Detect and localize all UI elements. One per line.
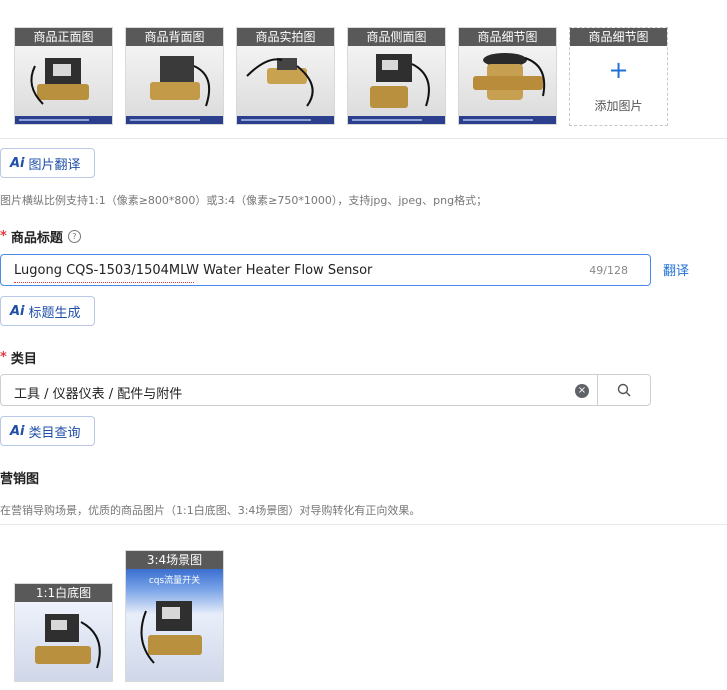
title-generate-label: 标题生成 bbox=[28, 305, 81, 321]
product-photo bbox=[126, 46, 223, 118]
image-tile-side[interactable]: 商品侧面图 bbox=[347, 27, 446, 125]
search-icon bbox=[617, 383, 631, 397]
image-tile-label: 商品背面图 bbox=[126, 28, 223, 46]
product-title-value: Lugong CQS-1503/1504MLW Water Heater Flo… bbox=[14, 263, 373, 278]
category-field-label: * 类目 bbox=[0, 348, 37, 367]
add-image-text: 添加图片 bbox=[594, 99, 643, 113]
image-format-hint: 图片横纵比例支持1:1（像素≥800*800）或3:4（像素≥750*1000）… bbox=[0, 194, 488, 207]
marketing-label: 营销图 bbox=[0, 472, 40, 487]
category-query-button[interactable]: Ai 类目查询 bbox=[0, 416, 95, 446]
photo-footer-bar bbox=[237, 116, 334, 124]
category-query-label: 类目查询 bbox=[28, 425, 81, 441]
marketing-tile-label: 3:4场景图 bbox=[126, 551, 223, 569]
product-photo bbox=[237, 46, 334, 118]
spellcheck-underline bbox=[14, 280, 194, 283]
title-generate-button[interactable]: Ai 标题生成 bbox=[0, 296, 95, 326]
product-photo bbox=[459, 46, 556, 118]
image-tile-detail[interactable]: 商品细节图 bbox=[458, 27, 557, 125]
product-title-input[interactable]: Lugong CQS-1503/1504MLW Water Heater Flo… bbox=[0, 254, 651, 286]
plus-icon: + bbox=[608, 56, 629, 84]
title-label-text: 商品标题 bbox=[10, 231, 63, 246]
ai-icon: Ai bbox=[10, 423, 25, 439]
main-image-gallery: 商品正面图 商品背面图 商品实拍图 商品侧面图 商品细节图 商品细节图 + 添加… bbox=[0, 0, 727, 139]
category-value: 工具 / 仪器仪表 / 配件与附件 bbox=[14, 387, 183, 402]
product-photo bbox=[348, 46, 445, 118]
image-tile-real[interactable]: 商品实拍图 bbox=[236, 27, 335, 125]
category-label-text: 类目 bbox=[10, 352, 37, 367]
image-tile-label: 商品细节图 bbox=[570, 28, 667, 46]
marketing-banner-text: cqs流量开关 bbox=[148, 576, 201, 586]
marketing-photo bbox=[15, 602, 112, 681]
title-field-label: * 商品标题 ? bbox=[0, 227, 81, 246]
image-tile-label: 商品细节图 bbox=[459, 28, 556, 46]
marketing-tile-white-bg[interactable]: 1:1白底图 bbox=[14, 583, 113, 682]
product-photo bbox=[15, 46, 112, 118]
photo-footer-bar bbox=[348, 116, 445, 124]
required-mark: * bbox=[0, 350, 7, 365]
category-search-button[interactable] bbox=[597, 375, 652, 405]
title-translate-link[interactable]: 翻译 bbox=[663, 260, 689, 279]
image-tile-label: 商品实拍图 bbox=[237, 28, 334, 46]
ai-icon: Ai bbox=[10, 303, 25, 319]
photo-footer-bar bbox=[459, 116, 556, 124]
image-tile-label: 商品正面图 bbox=[15, 28, 112, 46]
marketing-hint: 在营销导购场景，优质的商品图片（1:1白底图、3:4场景图）对导购转化有正向效果… bbox=[0, 504, 421, 517]
photo-footer-bar bbox=[126, 116, 223, 124]
marketing-image-area: 1:1白底图 3:4场景图 cqs流量开关 bbox=[0, 524, 727, 690]
image-tile-front[interactable]: 商品正面图 bbox=[14, 27, 113, 125]
image-tile-label: 商品侧面图 bbox=[348, 28, 445, 46]
marketing-photo: cqs流量开关 bbox=[126, 569, 223, 681]
add-image-button[interactable]: 商品细节图 + 添加图片 bbox=[569, 27, 668, 126]
marketing-tile-scene[interactable]: 3:4场景图 cqs流量开关 bbox=[125, 550, 224, 682]
ai-icon: Ai bbox=[10, 155, 25, 171]
clear-icon[interactable]: × bbox=[575, 384, 589, 398]
category-select[interactable]: 工具 / 仪器仪表 / 配件与附件 × bbox=[0, 374, 651, 406]
image-translate-button[interactable]: Ai 图片翻译 bbox=[0, 148, 95, 178]
title-char-count: 49/128 bbox=[589, 264, 628, 277]
image-tile-back[interactable]: 商品背面图 bbox=[125, 27, 224, 125]
help-icon[interactable]: ? bbox=[67, 230, 81, 243]
marketing-tile-label: 1:1白底图 bbox=[15, 584, 112, 602]
required-mark: * bbox=[0, 229, 7, 244]
image-translate-label: 图片翻译 bbox=[28, 157, 81, 173]
photo-footer-bar bbox=[15, 116, 112, 124]
